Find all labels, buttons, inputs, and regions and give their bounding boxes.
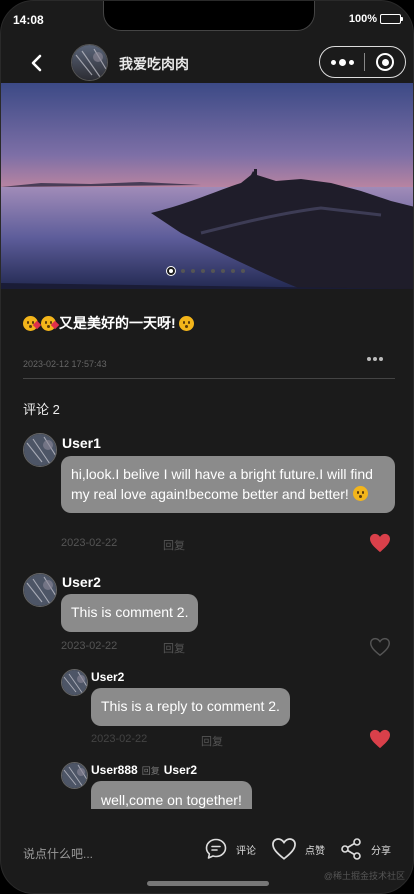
- avatar[interactable]: [71, 44, 108, 81]
- status-time: 14:08: [13, 13, 44, 27]
- battery-icon: [380, 14, 403, 24]
- comment-text: hi,look.I belive I will have a bright fu…: [71, 466, 373, 502]
- avatar[interactable]: [61, 762, 88, 789]
- carousel-indicator: [167, 267, 245, 275]
- carousel-dot-active[interactable]: [167, 267, 175, 275]
- carousel-dot[interactable]: [241, 269, 245, 273]
- reply-text: well,come on together!: [101, 792, 242, 808]
- notch: [103, 1, 315, 31]
- reply-text: This is a reply to comment 2.: [101, 698, 280, 714]
- heart-icon[interactable]: [369, 533, 391, 553]
- reply-username[interactable]: User2: [91, 670, 124, 684]
- comment-button[interactable]: 评论: [204, 837, 256, 861]
- back-button[interactable]: [25, 51, 49, 75]
- status-battery: 100%: [348, 13, 403, 25]
- carousel-dot[interactable]: [201, 269, 205, 273]
- share-icon: [341, 838, 361, 860]
- heart-outline-icon[interactable]: [369, 637, 391, 657]
- avatar[interactable]: [61, 669, 88, 696]
- reply-button[interactable]: 回复: [163, 537, 185, 553]
- comment-username[interactable]: User1: [62, 435, 101, 451]
- reply-header: User888 回复 User2: [91, 763, 197, 777]
- kissing-emoji-icon: [178, 315, 194, 331]
- avatar[interactable]: [23, 433, 57, 467]
- comment-count: 评论 2: [23, 402, 60, 417]
- kissing-emoji-icon: [352, 485, 368, 501]
- post-content: 又是美好的一天呀!: [23, 313, 194, 333]
- reply-button[interactable]: 回复: [163, 640, 185, 656]
- carousel-dot[interactable]: [221, 269, 225, 273]
- status-bar: 14:08 100%: [1, 1, 413, 41]
- reply-username[interactable]: User888: [91, 763, 138, 777]
- nav-bar: 我爱吃肉肉: [1, 41, 413, 83]
- comment-icon: [205, 838, 227, 859]
- like-button[interactable]: 点赞: [271, 837, 325, 861]
- comment-label: 评论: [236, 845, 256, 857]
- more-menu-button[interactable]: [320, 47, 364, 77]
- banner-image[interactable]: [1, 83, 413, 289]
- post-timestamp: 2023-02-12 17:57:43: [23, 359, 107, 369]
- reply-bubble: well,come on together!: [91, 781, 252, 809]
- page-title: 我爱吃肉肉: [119, 56, 189, 72]
- heart-icon[interactable]: [369, 729, 391, 749]
- reply-date: 2023-02-22: [91, 733, 148, 745]
- like-label: 点赞: [305, 845, 325, 857]
- battery-percent: 100%: [348, 13, 377, 25]
- kiss-emoji-icon: [23, 315, 42, 331]
- comment-date: 2023-02-22: [61, 537, 118, 549]
- reply-button[interactable]: 回复: [201, 733, 223, 749]
- reply-bubble: This is a reply to comment 2.: [91, 688, 290, 726]
- sunset-landscape-image: [1, 83, 413, 289]
- phone-screen: 14:08 100% 我爱吃肉肉 又是美好的一天呀! 2023-02-12 17…: [0, 0, 414, 894]
- comment-username[interactable]: User2: [62, 574, 101, 590]
- avatar[interactable]: [23, 573, 57, 607]
- carousel-dot[interactable]: [211, 269, 215, 273]
- carousel-dot[interactable]: [181, 269, 185, 273]
- share-label: 分享: [371, 845, 391, 857]
- kiss-emoji-icon: [41, 315, 60, 331]
- post-text: 又是美好的一天呀!: [59, 315, 176, 331]
- share-button[interactable]: 分享: [339, 837, 391, 861]
- reply-word: 回复: [141, 766, 160, 776]
- home-indicator[interactable]: [147, 881, 269, 886]
- comment-bubble: hi,look.I belive I will have a bright fu…: [61, 456, 395, 514]
- comment-text: This is comment 2.: [71, 604, 189, 620]
- miniapp-capsule: [319, 46, 406, 78]
- comment-date: 2023-02-22: [61, 640, 118, 652]
- carousel-dot[interactable]: [191, 269, 195, 273]
- watermark: @稀土掘金技术社区: [323, 871, 405, 881]
- comment-input[interactable]: 说点什么吧...: [23, 845, 93, 862]
- close-miniapp-button[interactable]: [365, 53, 405, 71]
- reply-to-username[interactable]: User2: [164, 763, 197, 777]
- post-more-button[interactable]: [367, 357, 383, 361]
- comment-bubble: This is comment 2.: [61, 594, 199, 632]
- heart-outline-icon: [272, 838, 296, 860]
- carousel-dot[interactable]: [231, 269, 235, 273]
- chevron-left-icon: [31, 54, 42, 72]
- target-icon: [376, 53, 394, 71]
- bottom-bar: 说点什么吧... 评论 点赞 分享: [1, 833, 413, 873]
- divider: [23, 378, 395, 379]
